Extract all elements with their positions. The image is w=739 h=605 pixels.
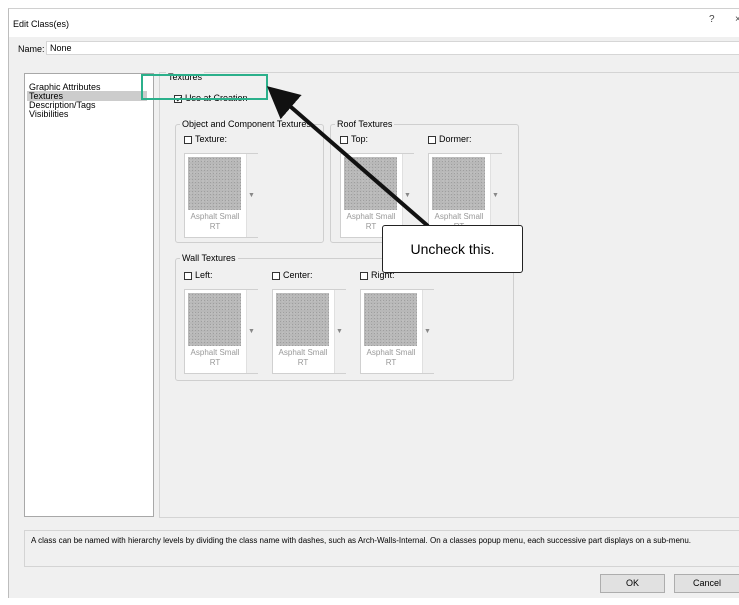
category-list: Graphic Attributes Textures Description/… (24, 73, 154, 517)
roof-textures-label: Roof Textures (337, 119, 393, 129)
checkbox-icon (340, 135, 348, 144)
cancel-button[interactable]: Cancel (674, 574, 739, 593)
title-bar: Edit Class(es) ? × (9, 9, 739, 37)
category-item-visibilities[interactable]: Visibilities (27, 109, 70, 119)
checkbox-icon (184, 135, 192, 144)
dropdown-arrow-icon[interactable]: ▼ (492, 192, 499, 199)
dropdown-arrow-icon[interactable]: ▼ (248, 328, 255, 335)
roof-dormer-label: Dormer: (439, 134, 472, 144)
dropdown-arrow-icon[interactable]: ▼ (336, 328, 343, 335)
texture-name: Asphalt SmallRT (366, 348, 416, 367)
texture-swatch-wall-left[interactable]: ▼ Asphalt Small RT (184, 289, 258, 374)
wall-textures-label: Wall Textures (182, 253, 236, 263)
use-at-creation-checkbox[interactable]: Use at Creation (174, 93, 248, 104)
wall-left-label: Left: (195, 270, 213, 280)
texture-checkbox[interactable]: Texture: (184, 134, 227, 145)
object-component-textures-label: Object and Component Textures (182, 119, 311, 129)
edit-classes-dialog: Edit Class(es) ? × Name: Graphic Attribu… (8, 8, 739, 598)
hint-text: A class can be named with hierarchy leve… (24, 530, 739, 567)
checkbox-icon (184, 271, 192, 280)
dialog-title: Edit Class(es) (13, 19, 70, 29)
texture-swatch-wall-center[interactable]: ▼ Asphalt Small RT (272, 289, 346, 374)
dropdown-arrow-icon[interactable]: ▼ (248, 192, 255, 199)
textures-panel: Textures Use at Creation Object and Comp… (159, 72, 739, 518)
ok-button[interactable]: OK (600, 574, 665, 593)
checkbox-icon (360, 271, 368, 280)
wall-center-label: Center: (283, 270, 313, 280)
dropdown-arrow-icon[interactable]: ▼ (424, 328, 431, 335)
annotation-callout: Uncheck this. (382, 225, 523, 273)
name-input[interactable] (46, 41, 739, 55)
texture-swatch-wall-right[interactable]: ▼ Asphalt Small RT (360, 289, 434, 374)
texture-label: Texture: (195, 134, 228, 144)
asphalt-texture-preview (364, 293, 417, 346)
checkbox-checked-icon (174, 94, 182, 103)
roof-top-checkbox[interactable]: Top: (340, 134, 368, 145)
help-icon[interactable]: ? (709, 14, 715, 25)
close-icon[interactable]: × (735, 14, 739, 25)
asphalt-texture-preview (188, 293, 241, 346)
roof-top-label: Top: (351, 134, 369, 144)
texture-name: Asphalt SmallRT (190, 212, 240, 231)
wall-center-checkbox[interactable]: Center: (272, 270, 313, 281)
checkbox-icon (428, 135, 436, 144)
checkbox-icon (272, 271, 280, 280)
name-label: Name: (18, 44, 45, 54)
textures-group-label: Textures (166, 72, 205, 82)
use-at-creation-label: Use at Creation (185, 93, 248, 103)
asphalt-texture-preview (432, 157, 485, 210)
roof-dormer-checkbox[interactable]: Dormer: (428, 134, 472, 145)
asphalt-texture-preview (344, 157, 397, 210)
asphalt-texture-preview (188, 157, 241, 210)
category-item-label: Visibilities (29, 109, 69, 119)
texture-name: Asphalt SmallRT (278, 348, 328, 367)
texture-swatch-object[interactable]: ▼ Asphalt Small RT (184, 153, 258, 238)
wall-left-checkbox[interactable]: Left: (184, 270, 213, 281)
texture-name: Asphalt SmallRT (190, 348, 240, 367)
dropdown-arrow-icon[interactable]: ▼ (404, 192, 411, 199)
asphalt-texture-preview (276, 293, 329, 346)
